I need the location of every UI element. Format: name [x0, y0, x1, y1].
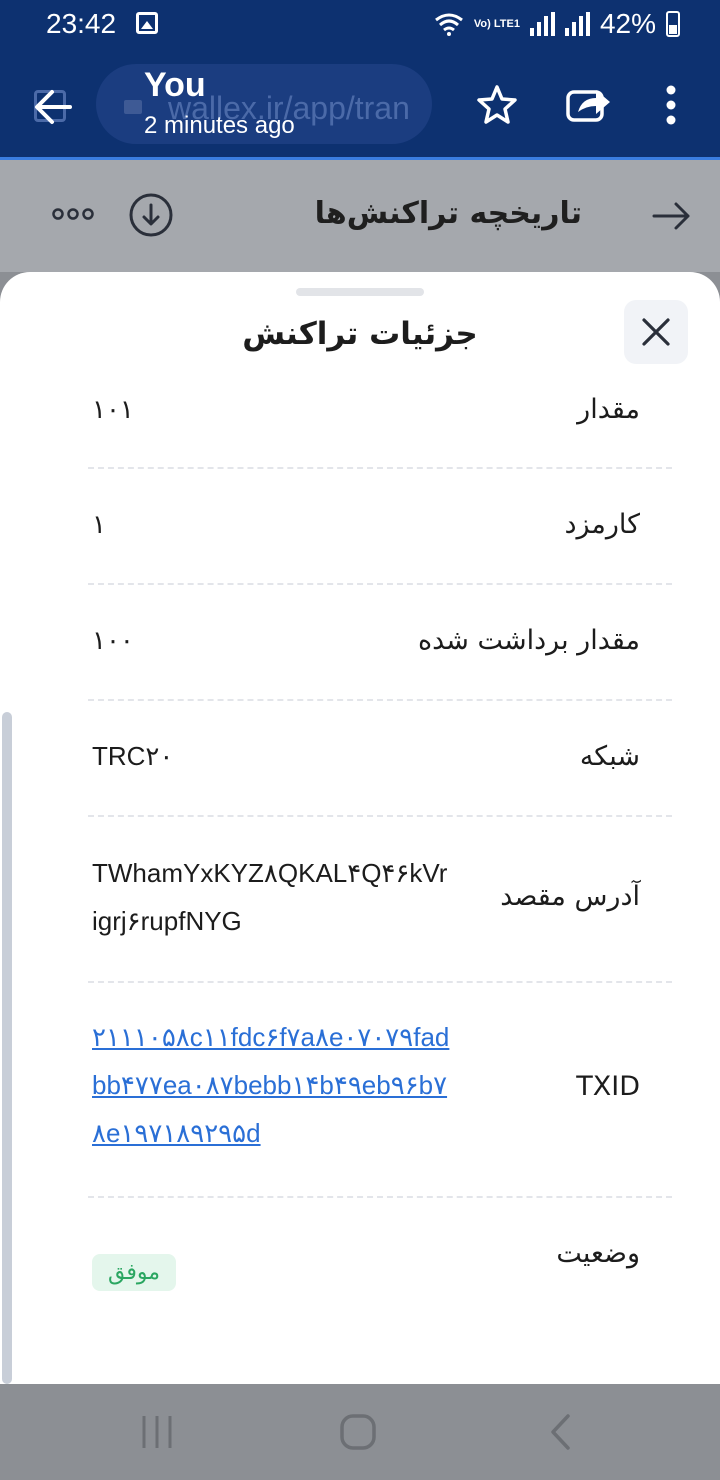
status-indicators: Vo) LTE1 42%: [434, 8, 680, 40]
more-options-icon[interactable]: [52, 206, 94, 222]
detail-label: شبکه: [579, 741, 640, 772]
download-icon[interactable]: [128, 192, 174, 238]
system-nav-bar: [0, 1384, 720, 1480]
detail-row-fee: کارمزد ۱: [88, 469, 672, 585]
detail-value: ۱: [92, 509, 106, 539]
destination-address: TWhamYxKYZ۸QKAL۴Q۴۶kVrigrj۶rupfNYG: [92, 858, 448, 936]
close-button[interactable]: [624, 300, 688, 364]
detail-row-network: شبکه TRC۲۰: [88, 701, 672, 817]
notification-subtitle: 2 minutes ago: [144, 112, 295, 139]
details-list: مقدار ۱۰۱ کارمزد ۱ مقدار برداشت شده ۱۰۰ …: [88, 372, 672, 1308]
detail-label: وضعیت: [556, 1238, 640, 1269]
battery-percent: 42%: [599, 8, 656, 39]
sheet-drag-handle[interactable]: [296, 288, 424, 296]
gallery-notification-icon: [136, 12, 158, 34]
home-button-icon[interactable]: [338, 1412, 378, 1452]
detail-label: کارمزد: [564, 509, 640, 540]
detail-value: ۱۰۱: [92, 394, 134, 424]
status-time: 23:42: [46, 8, 117, 39]
signal-2-icon: [564, 12, 590, 36]
recent-apps-icon[interactable]: [140, 1412, 174, 1452]
wifi-icon: [434, 13, 463, 36]
scrollbar[interactable]: [2, 712, 12, 1384]
detail-row-txid: TXID ۲۱۱۱۰۵۸c۱۱fdc۶f۷a۸e۰۷۰۷۹fadbb۴۷۷ea۰…: [88, 983, 672, 1198]
transaction-details-sheet: جزئیات تراکنش مقدار ۱۰۱ کارمزد ۱ مقدار ب…: [0, 272, 720, 1384]
detail-row-destination: آدرس مقصد TWhamYxKYZ۸QKAL۴Q۴۶kVrigrj۶rup…: [88, 817, 672, 983]
browser-toolbar: wallex.ir/app/tran You 2 minutes ago: [0, 52, 720, 160]
notification-title: You: [144, 66, 206, 104]
detail-value: TRC۲۰: [92, 741, 174, 771]
detail-row-status: وضعیت موفق: [88, 1198, 672, 1308]
sheet-title: جزئیات تراکنش: [242, 316, 478, 352]
back-arrow-icon[interactable]: [28, 82, 78, 132]
page-header: تاریخچه تراکنش‌ها: [0, 160, 720, 272]
star-icon[interactable]: [472, 80, 522, 130]
status-bar: 23:42 Vo) LTE1 42%: [0, 0, 720, 52]
battery-icon: [666, 11, 680, 37]
menu-dots-icon[interactable]: [646, 80, 696, 130]
volte-label: Vo) LTE1: [473, 17, 520, 30]
share-icon[interactable]: [564, 80, 614, 130]
status-badge: موفق: [92, 1254, 177, 1291]
close-icon: [642, 318, 670, 346]
signal-icon: [529, 12, 555, 36]
detail-row-withdrawn: مقدار برداشت شده ۱۰۰: [88, 585, 672, 701]
detail-label: TXID: [576, 1071, 640, 1102]
page-title: تاریخچه تراکنش‌ها: [314, 196, 582, 231]
detail-value: ۱۰۰: [92, 625, 134, 655]
system-back-icon[interactable]: [548, 1412, 572, 1452]
detail-label: آدرس مقصد: [500, 881, 640, 912]
detail-row-amount: مقدار ۱۰۱: [88, 372, 672, 469]
detail-label: مقدار برداشت شده: [417, 625, 640, 656]
arrow-right-icon[interactable]: [650, 194, 694, 238]
txid-link[interactable]: ۲۱۱۱۰۵۸c۱۱fdc۶f۷a۸e۰۷۰۷۹fadbb۴۷۷ea۰۸۷beb…: [92, 1013, 452, 1157]
lock-icon: [124, 100, 142, 114]
detail-label: مقدار: [577, 394, 640, 425]
